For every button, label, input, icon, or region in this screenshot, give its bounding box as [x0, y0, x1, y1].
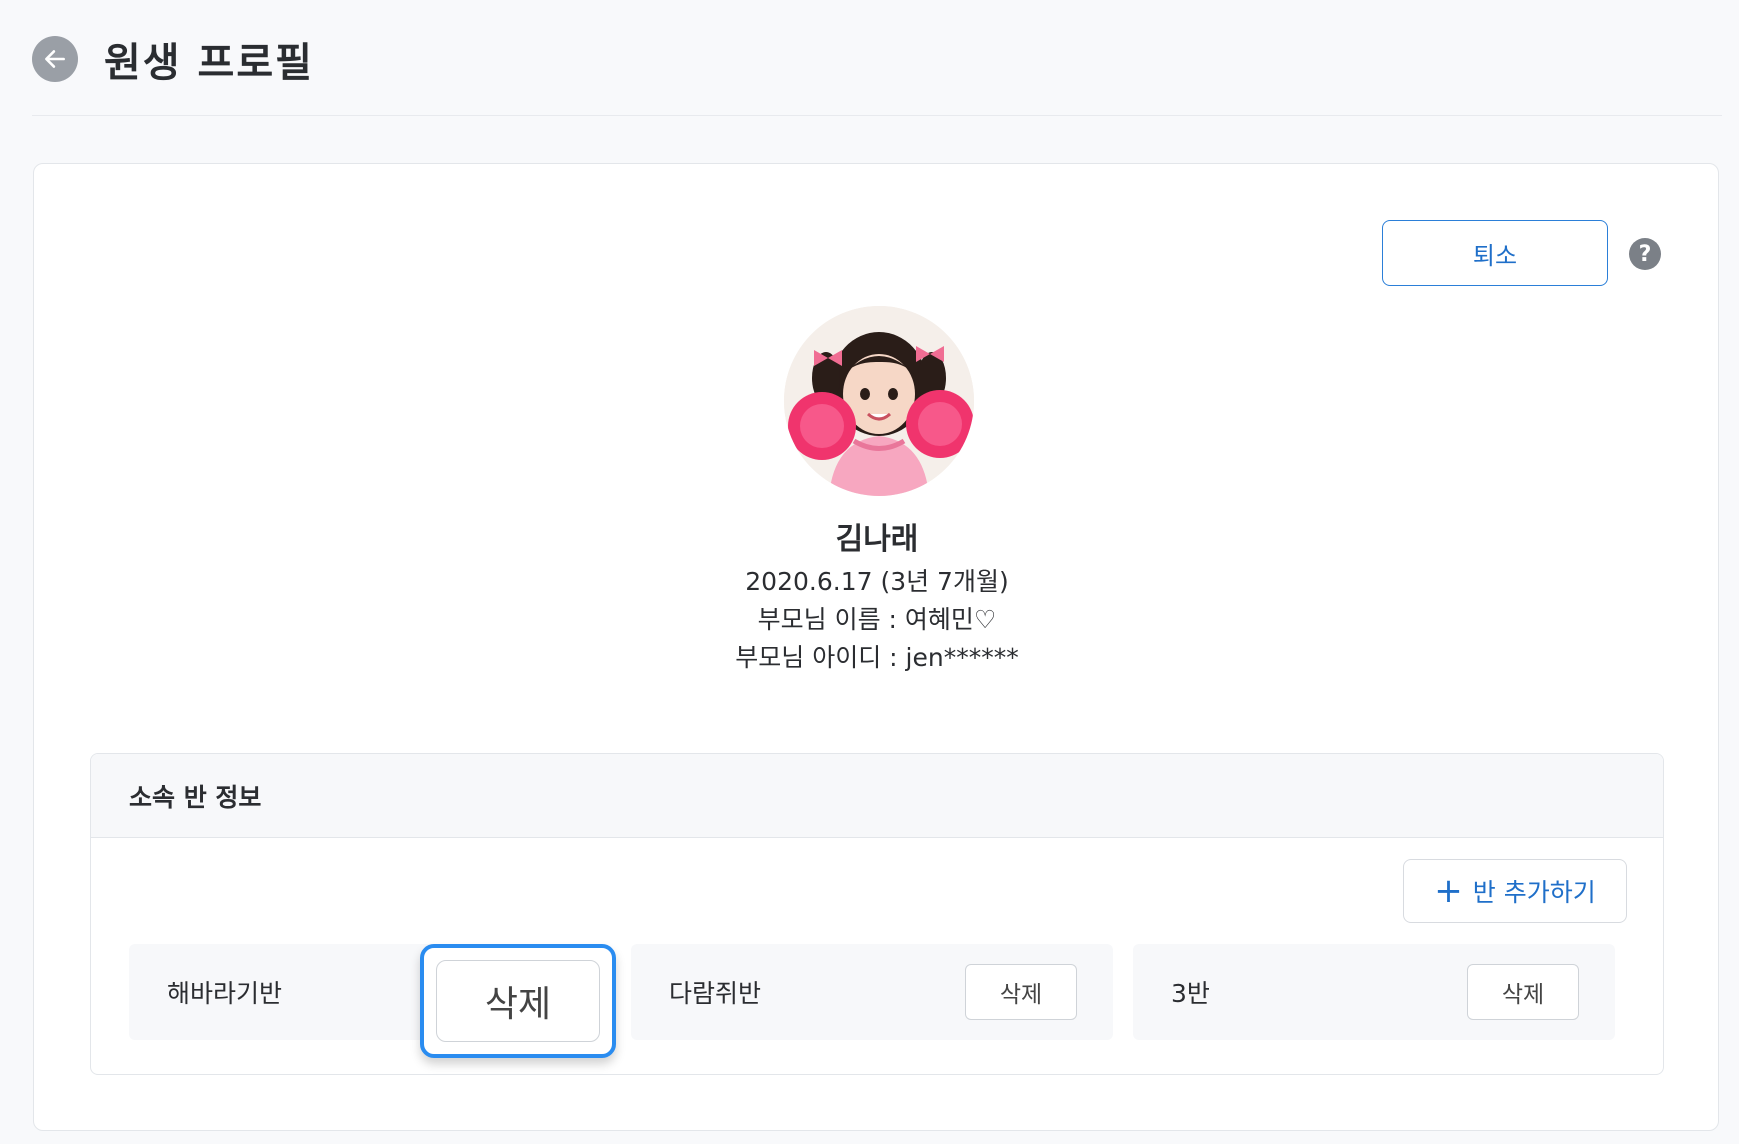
parent-name: 부모님 이름 : 여혜민♡ — [757, 605, 997, 634]
plus-icon: + — [1434, 871, 1463, 911]
withdraw-button[interactable]: 퇴소 — [1382, 220, 1608, 286]
delete-button-label: 삭제 — [436, 960, 600, 1042]
class-name: 해바라기반 — [167, 979, 283, 1008]
page-title: 원생 프로필 — [104, 40, 314, 86]
back-button[interactable] — [32, 36, 78, 82]
birth-date: 2020.6.17 (3년 7개월) — [745, 567, 1009, 596]
class-info-panel: 소속 반 정보 + 반 추가하기 해바라기반 삭제 다람쥐반 삭제 3반 삭제 — [90, 753, 1664, 1075]
header-divider — [32, 115, 1722, 116]
class-info-title: 소속 반 정보 — [91, 754, 1663, 838]
student-profile-page: 원생 프로필 퇴소 ? 김나래 2020.6.17 (3년 7개월) 부모님 이… — [0, 0, 1739, 1144]
delete-class-button[interactable]: 삭제 — [965, 964, 1077, 1020]
add-class-button[interactable]: + 반 추가하기 — [1403, 859, 1627, 923]
back-arrow-icon — [45, 50, 65, 68]
class-item: 해바라기반 삭제 — [129, 944, 616, 1058]
class-item: 3반 삭제 — [1133, 944, 1615, 1040]
class-name: 다람쥐반 — [669, 979, 762, 1008]
class-name: 3반 — [1171, 979, 1210, 1008]
add-class-label: 반 추가하기 — [1472, 878, 1596, 907]
child-photo — [784, 306, 974, 496]
help-icon[interactable]: ? — [1629, 238, 1661, 270]
delete-class-button[interactable]: 삭제 — [420, 944, 616, 1058]
avatar — [784, 306, 974, 496]
delete-class-button[interactable]: 삭제 — [1467, 964, 1579, 1020]
child-name: 김나래 — [835, 522, 919, 557]
parent-id: 부모님 아이디 : jen****** — [735, 643, 1019, 672]
class-item: 다람쥐반 삭제 — [631, 944, 1113, 1040]
profile-card: 퇴소 ? 김나래 2020.6.17 (3년 7개월) 부모님 이름: 여혜민… — [33, 163, 1719, 1131]
page-header: 원생 프로필 — [32, 14, 314, 104]
